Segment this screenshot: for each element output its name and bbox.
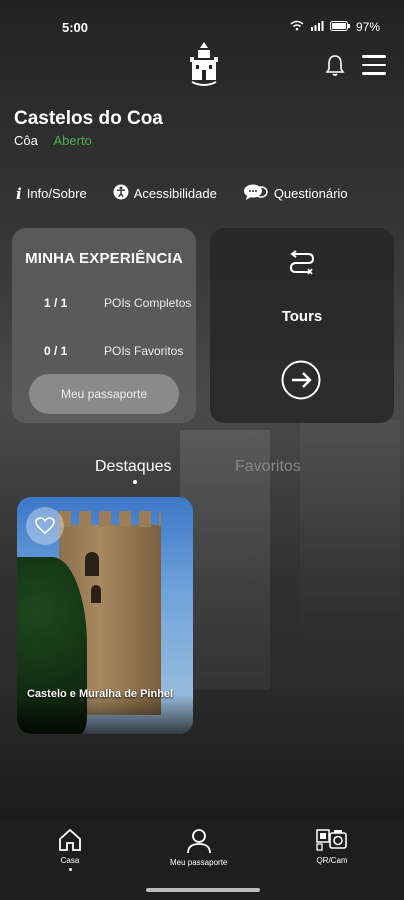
- survey-link[interactable]: Questionário: [243, 183, 348, 204]
- accessibility-link[interactable]: Acessibilidade: [113, 183, 217, 204]
- wifi-icon: [290, 20, 304, 34]
- active-nav-indicator: [68, 868, 72, 871]
- castle-logo-icon[interactable]: [188, 40, 220, 88]
- nav-qr-cam[interactable]: QR/Cam: [316, 828, 348, 865]
- tours-card[interactable]: Tours: [210, 228, 394, 423]
- battery-icon: [329, 20, 350, 34]
- active-tab-indicator: [133, 480, 137, 484]
- page-title: Castelos do Coa: [14, 108, 163, 129]
- hamburger-menu-icon[interactable]: [362, 55, 386, 75]
- nav-qr-label: QR/Cam: [316, 856, 348, 865]
- tours-label: Tours: [281, 308, 323, 325]
- arrow-right-circle-icon[interactable]: [281, 360, 321, 405]
- experience-heading: MINHA EXPERIÊNCIA: [25, 250, 183, 267]
- accessibility-link-label: Acessibilidade: [133, 186, 217, 201]
- completed-pois-count: 1 / 1: [44, 296, 68, 310]
- qr-camera-icon: [316, 829, 348, 854]
- nav-passport[interactable]: Meu passaporte: [170, 828, 227, 867]
- poi-name: Castelo e Muralha de Pinhel: [27, 688, 174, 700]
- favorite-pois-count: 0 / 1: [44, 344, 68, 358]
- nav-passport-label: Meu passaporte: [170, 858, 228, 867]
- location-line: Côa Aberto: [14, 133, 92, 148]
- open-status-badge: Aberto: [53, 133, 92, 148]
- signal-icon: [310, 20, 324, 34]
- battery-level: 97%: [355, 20, 380, 34]
- info-link[interactable]: i Info/Sobre: [16, 183, 87, 204]
- accessibility-icon: [113, 184, 129, 203]
- nav-home[interactable]: Casa: [57, 828, 83, 871]
- favorite-pois-label: POIs Favoritos: [104, 344, 184, 358]
- poi-card[interactable]: Castelo e Muralha de Pinhel: [17, 497, 193, 734]
- user-icon: [186, 829, 212, 856]
- tab-favorites[interactable]: Favoritos: [235, 458, 301, 476]
- nav-home-label: Casa: [60, 856, 80, 865]
- tab-highlights[interactable]: Destaques: [95, 458, 172, 476]
- region-label: Côa: [14, 133, 38, 148]
- info-link-label: Info/Sobre: [26, 186, 87, 201]
- status-icons: 97%: [290, 20, 380, 34]
- chat-bubbles-icon: [243, 183, 269, 204]
- favorite-heart-icon[interactable]: [26, 507, 64, 545]
- info-icon: i: [16, 184, 22, 203]
- experience-card: MINHA EXPERIÊNCIA 1 / 1 POIs Completos 0…: [12, 228, 196, 423]
- route-icon: [288, 250, 316, 281]
- home-indicator-bar[interactable]: [146, 888, 260, 892]
- bell-icon[interactable]: [324, 53, 346, 77]
- survey-link-label: Questionário: [273, 186, 348, 201]
- status-time: 5:00: [62, 20, 89, 35]
- home-icon: [57, 828, 83, 854]
- passport-button[interactable]: Meu passaporte: [29, 374, 179, 414]
- completed-pois-label: POIs Completos: [104, 296, 192, 310]
- info-links: i Info/Sobre Acessibilidade Questionário: [16, 183, 374, 204]
